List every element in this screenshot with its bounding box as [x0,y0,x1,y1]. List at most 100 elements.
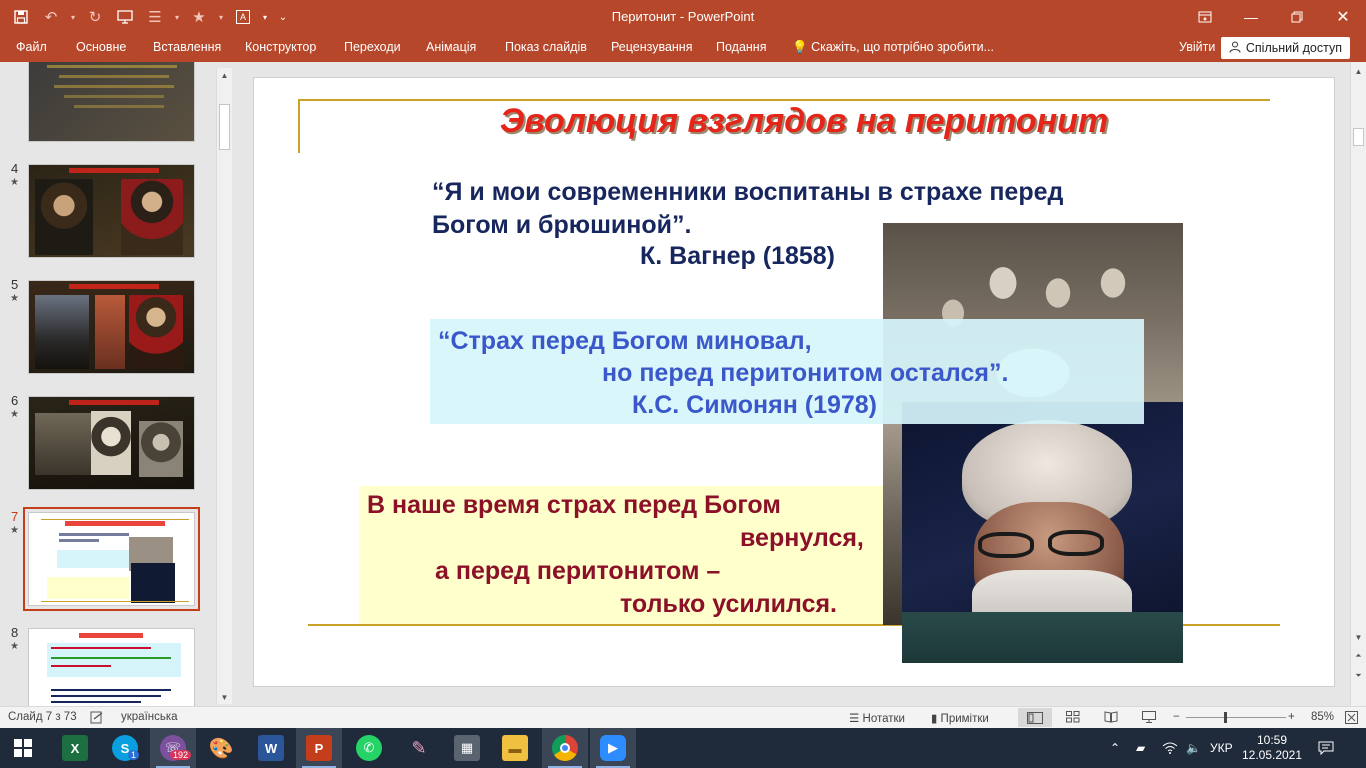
window-controls: — ✕ [1182,0,1366,34]
close-icon[interactable]: ✕ [1320,0,1366,34]
scrollbar-thumb[interactable] [1353,128,1364,146]
zoom-slider-thumb[interactable] [1224,712,1227,723]
restore-icon[interactable] [1274,0,1320,34]
modern-quote-line1: В наше время страх перед Богом [367,491,781,519]
scroll-up-icon[interactable]: ▲ [217,70,232,82]
author-wagner[interactable]: К. Вагнер (1858) [640,242,835,271]
person-icon [1229,41,1241,56]
input-language[interactable]: УКР [1210,728,1233,768]
wifi-icon[interactable] [1162,728,1178,768]
notification-center-icon[interactable] [1318,728,1334,768]
next-slide-icon[interactable]: ⏷ [1351,670,1366,682]
excel-icon: X [62,735,88,761]
start-button[interactable] [0,728,46,768]
tab-slideshow[interactable]: Показ слайдів [505,40,587,54]
slide-thumbnail-3[interactable] [28,62,195,142]
scroll-down-icon[interactable]: ▼ [1351,632,1366,644]
slide-thumbnail-pane: 4 ★ 5 ★ 6 ★ 7 ★ 8 ★ ▲ ▼ [0,62,232,706]
zoom-in-button[interactable]: + [1288,711,1295,723]
modern-quote-box[interactable]: В наше время страх перед Богом вернулся,… [359,486,883,624]
portrait-image [91,411,131,475]
taskbar-powerpoint[interactable]: P [296,728,342,768]
zoom-slider[interactable] [1186,717,1286,718]
tab-design[interactable]: Конструктор [245,40,316,54]
fit-to-window-icon[interactable] [1345,711,1358,727]
taskbar-whatsapp[interactable]: ✆ [346,728,392,768]
taskbar-calculator[interactable]: ▦ [444,728,490,768]
comments-button[interactable]: ▮ Примітки [931,711,989,725]
slide-counter: Слайд 7 з 73 [8,711,77,723]
animation-star-icon: ★ [10,409,19,420]
sign-in-link[interactable]: Увійти [1179,40,1215,54]
share-button[interactable]: Спільний доступ [1220,37,1350,59]
people-icon[interactable]: ▰ [1136,728,1145,768]
slide-sorter-icon[interactable] [1066,711,1080,726]
slide-thumbnail-5[interactable] [28,280,195,374]
comment-icon: ▮ [931,713,938,725]
windows-icon [14,739,32,757]
tab-animations[interactable]: Анімація [426,40,476,54]
author-simonyan: К.С. Симонян (1978) [632,391,878,419]
volume-icon[interactable]: 🔈 [1186,728,1201,768]
tab-file[interactable]: Файл [16,40,47,54]
editor-scrollbar[interactable]: ▲ ▼ ⏶ ⏷ [1350,62,1366,706]
language-indicator[interactable]: українська [121,711,178,723]
slide-canvas[interactable]: Эволюция взглядов на перитонит “Я и мои … [254,78,1334,686]
slide-thumbnail-7[interactable] [23,507,200,611]
slide-thumbnail-6[interactable] [28,396,195,490]
windows-taskbar: X S 1 ☏ 192 🎨 W P ✆ ✎ ▦ ▬ ▶ ⌃ ▰ 🔈 УКР 10… [0,728,1366,768]
monument-image [35,295,89,369]
slideshow-view-icon[interactable] [1142,711,1156,726]
taskbar-file-explorer[interactable]: ▬ [492,728,538,768]
taskbar-skype[interactable]: S 1 [102,728,148,768]
tab-transitions[interactable]: Переходи [344,40,401,54]
normal-view-icon[interactable] [1018,708,1052,727]
word-icon: W [258,735,284,761]
scrollbar-thumb[interactable] [219,104,230,150]
slide-title[interactable]: Эволюция взглядов на перитонит [454,102,1154,141]
zoom-out-button[interactable]: − [1173,711,1180,723]
tell-me-box[interactable]: 💡 Скажіть, що потрібно зробити... [792,40,994,55]
quote-wagner[interactable]: “Я и мои современники воспитаны в страхе… [432,176,1132,242]
thumbnail-scrollbar[interactable]: ▲ ▼ [216,68,232,704]
taskbar-zoom[interactable]: ▶ [590,728,636,768]
scroll-down-icon[interactable]: ▼ [217,692,232,704]
tab-view[interactable]: Подання [716,40,766,54]
slide-number: 5 [11,277,19,292]
previous-slide-icon[interactable]: ⏶ [1351,650,1366,662]
notes-button[interactable]: ☰ Нотатки [849,711,905,725]
taskbar-paint[interactable]: 🎨 [198,728,244,768]
lightbulb-icon: 💡 [792,40,808,54]
taskbar-word[interactable]: W [248,728,294,768]
modern-quote-line4: только усилился. [620,590,838,618]
zoom-level[interactable]: 85% [1311,711,1334,723]
minimize-icon[interactable]: — [1228,0,1274,34]
quote-simonyan-line2: но перед перитонитом остался”. [602,359,1009,387]
slide-thumbnail-8[interactable] [28,628,195,706]
surgeon-portrait-photo [902,402,1183,663]
tell-me-text: Скажіть, що потрібно зробити... [811,40,994,54]
slide-number: 4 [11,161,19,176]
scroll-up-icon[interactable]: ▲ [1351,66,1366,78]
show-hidden-icons[interactable]: ⌃ [1110,728,1120,768]
share-label: Спільний доступ [1245,41,1342,55]
folder-icon: ▬ [502,735,528,761]
clock[interactable]: 10:59 12.05.2021 [1242,728,1302,768]
animation-star-icon: ★ [10,641,19,652]
quote-simonyan-box[interactable]: “Страх перед Богом миновал, но перед пер… [430,319,1144,424]
skype-badge: 1 [128,750,140,760]
taskbar-chrome[interactable] [542,728,588,768]
spellcheck-icon[interactable] [90,711,104,727]
window-title: Перитонит - PowerPoint [611,9,755,24]
ribbon-display-options-icon[interactable] [1182,0,1228,34]
ribbon-tabs: Файл Основне Вставлення Конструктор Пере… [0,34,1366,62]
reading-view-icon[interactable] [1104,711,1118,726]
taskbar-paint-3d[interactable]: ✎ [396,728,442,768]
tab-insert[interactable]: Вставлення [153,40,221,54]
tab-review[interactable]: Рецензування [611,40,692,54]
taskbar-excel[interactable]: X [52,728,98,768]
animation-star-icon: ★ [10,177,19,188]
slide-thumbnail-4[interactable] [28,164,195,258]
taskbar-viber[interactable]: ☏ 192 [150,728,196,768]
tab-home[interactable]: Основне [76,40,126,54]
